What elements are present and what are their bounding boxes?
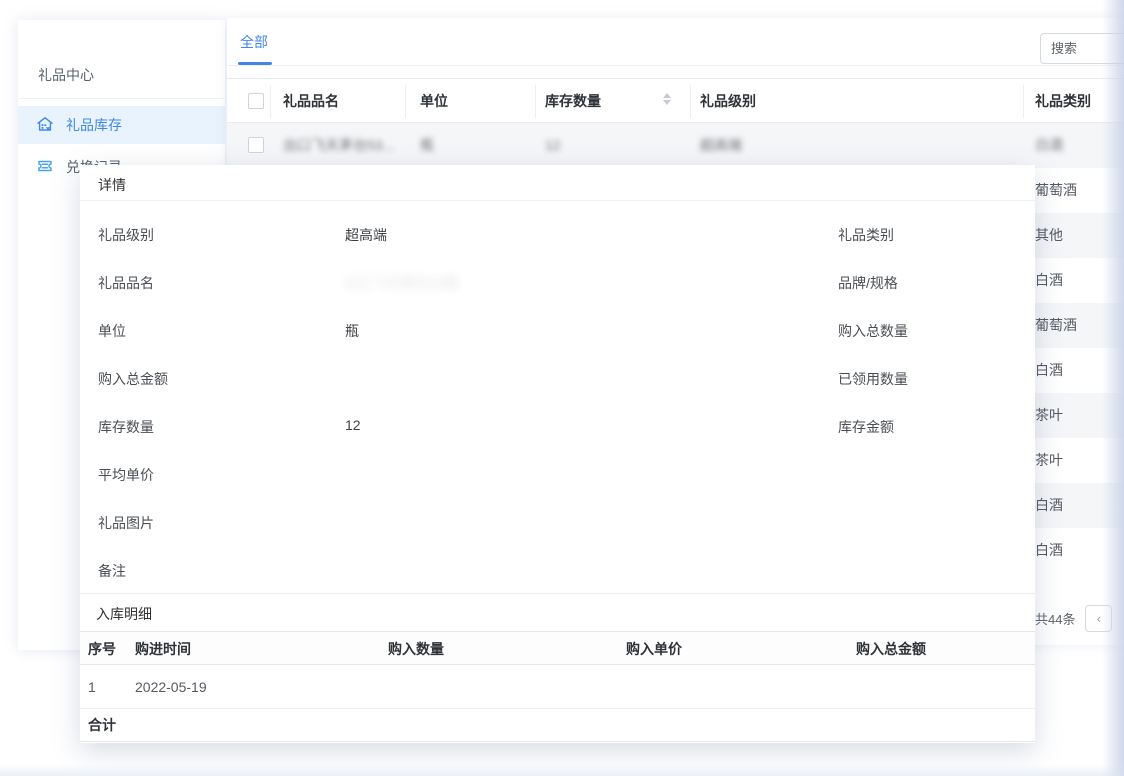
field-label: 平均单价 [98, 465, 154, 485]
inbound-header-qty: 购入数量 [388, 632, 444, 666]
field-row: 礼品图片 [80, 497, 640, 545]
inbound-header-date: 购进时间 [135, 632, 191, 666]
cell-category: 白酒 [1035, 258, 1063, 303]
modal-title: 详情 [98, 175, 126, 195]
inbound-cell-date: 2022-05-19 [135, 665, 207, 709]
field-row: 品牌/规格 [820, 257, 1035, 305]
row-checkbox[interactable] [248, 137, 264, 153]
field-label: 已领用数量 [838, 369, 908, 389]
inbound-total-row: 合计 [80, 709, 1035, 742]
cell-stock: 12 [545, 123, 561, 168]
field-row: 礼品品名 出口飞天茅台53度 [80, 257, 640, 305]
pagination-prev-button[interactable]: ‹ [1085, 605, 1112, 632]
field-row: 库存金额 [820, 401, 1035, 449]
field-label: 礼品图片 [98, 513, 154, 533]
cell-category: 其他 [1035, 213, 1063, 258]
cell-category: 茶叶 [1035, 438, 1063, 483]
header-separator [1023, 85, 1024, 118]
field-label: 库存数量 [98, 417, 154, 437]
table-row[interactable]: 出口飞天茅台53... 瓶 12 超高端 白酒 [227, 123, 1124, 168]
pagination-total: 共44条 [1035, 609, 1075, 628]
table-header-row: 礼品品名 单位 库存数量 礼品级别 礼品类别 [227, 78, 1124, 123]
header-separator [270, 85, 271, 118]
cell-category: 白酒 [1035, 483, 1063, 528]
header-separator [405, 85, 406, 118]
sidebar-divider [18, 98, 225, 99]
field-row: 已领用数量 [820, 353, 1035, 401]
field-label: 品牌/规格 [838, 273, 898, 293]
cell-category: 白酒 [1035, 123, 1063, 168]
column-header-stock: 库存数量 [545, 79, 601, 124]
modal-header: 详情 [80, 165, 1035, 201]
header-separator [690, 85, 691, 118]
field-value: 瓶 [345, 321, 359, 341]
inbound-table-header: 序号 购进时间 购入数量 购入单价 购入总金额 [80, 631, 1035, 665]
field-label: 礼品类别 [838, 225, 894, 245]
field-value: 超高端 [345, 225, 387, 245]
cell-name: 出口飞天茅台53... [283, 123, 394, 168]
column-header-category: 礼品类别 [1035, 79, 1091, 124]
inbound-cell-seq: 1 [88, 665, 96, 709]
sort-carets-icon[interactable] [663, 93, 671, 105]
tab-bar: 全部 [227, 18, 1124, 66]
sidebar-item-label: 礼品库存 [66, 115, 122, 135]
field-row: 购入总金额 [80, 353, 640, 401]
field-row: 备注 [80, 545, 640, 593]
ticket-icon [36, 157, 54, 178]
cell-category: 葡萄酒 [1035, 168, 1077, 213]
field-label: 购入总数量 [838, 321, 908, 341]
field-label: 库存金额 [838, 417, 894, 437]
field-row: 平均单价 [80, 449, 640, 497]
column-header-unit: 单位 [420, 79, 448, 124]
sidebar-item-gift-inventory[interactable]: 礼品库存 [18, 106, 225, 144]
cell-unit: 瓶 [420, 123, 434, 168]
detail-fields-left: 礼品级别 超高端 礼品品名 出口飞天茅台53度 单位 瓶 购入总金额 库存数量 … [80, 209, 640, 593]
field-row: 购入总数量 [820, 305, 1035, 353]
cell-level: 超高端 [700, 123, 742, 168]
header-separator [535, 85, 536, 118]
tab-all[interactable]: 全部 [240, 32, 268, 52]
inbound-header-seq: 序号 [88, 632, 116, 666]
select-all-checkbox[interactable] [248, 93, 264, 109]
field-value: 12 [345, 417, 361, 433]
cell-category: 白酒 [1035, 348, 1063, 393]
tab-active-underline [238, 62, 272, 65]
field-row: 礼品类别 [820, 209, 1035, 257]
field-row: 礼品级别 超高端 [80, 209, 640, 257]
inbound-section-title: 入库明细 [96, 604, 152, 624]
page-edge-shadow-bottom [0, 764, 1124, 776]
field-label: 备注 [98, 561, 126, 581]
warehouse-icon [36, 115, 54, 136]
detail-fields-right: 礼品类别 品牌/规格 购入总数量 已领用数量 库存金额 [820, 209, 1035, 449]
column-header-level: 礼品级别 [700, 79, 756, 124]
inbound-total-label: 合计 [88, 709, 116, 742]
field-label: 礼品级别 [98, 225, 154, 245]
inbound-table-row: 1 2022-05-19 [80, 665, 1035, 709]
sidebar-title: 礼品中心 [38, 65, 94, 85]
field-value: 出口飞天茅台53度 [345, 273, 459, 293]
field-row: 单位 瓶 [80, 305, 640, 353]
cell-category: 茶叶 [1035, 393, 1063, 438]
inbound-header-price: 购入单价 [626, 632, 682, 666]
inbound-header-amount: 购入总金额 [856, 632, 926, 666]
inbound-section-bar: 入库明细 [80, 593, 1035, 631]
detail-modal: 详情 礼品级别 超高端 礼品品名 出口飞天茅台53度 单位 瓶 购入总金额 库存… [80, 165, 1035, 743]
field-row: 库存数量 12 [80, 401, 640, 449]
field-label: 单位 [98, 321, 126, 341]
field-label: 礼品品名 [98, 273, 154, 293]
search-input[interactable] [1040, 33, 1124, 64]
cell-category: 葡萄酒 [1035, 303, 1077, 348]
column-header-name: 礼品品名 [283, 79, 339, 124]
field-label: 购入总金额 [98, 369, 168, 389]
cell-category: 白酒 [1035, 528, 1063, 573]
